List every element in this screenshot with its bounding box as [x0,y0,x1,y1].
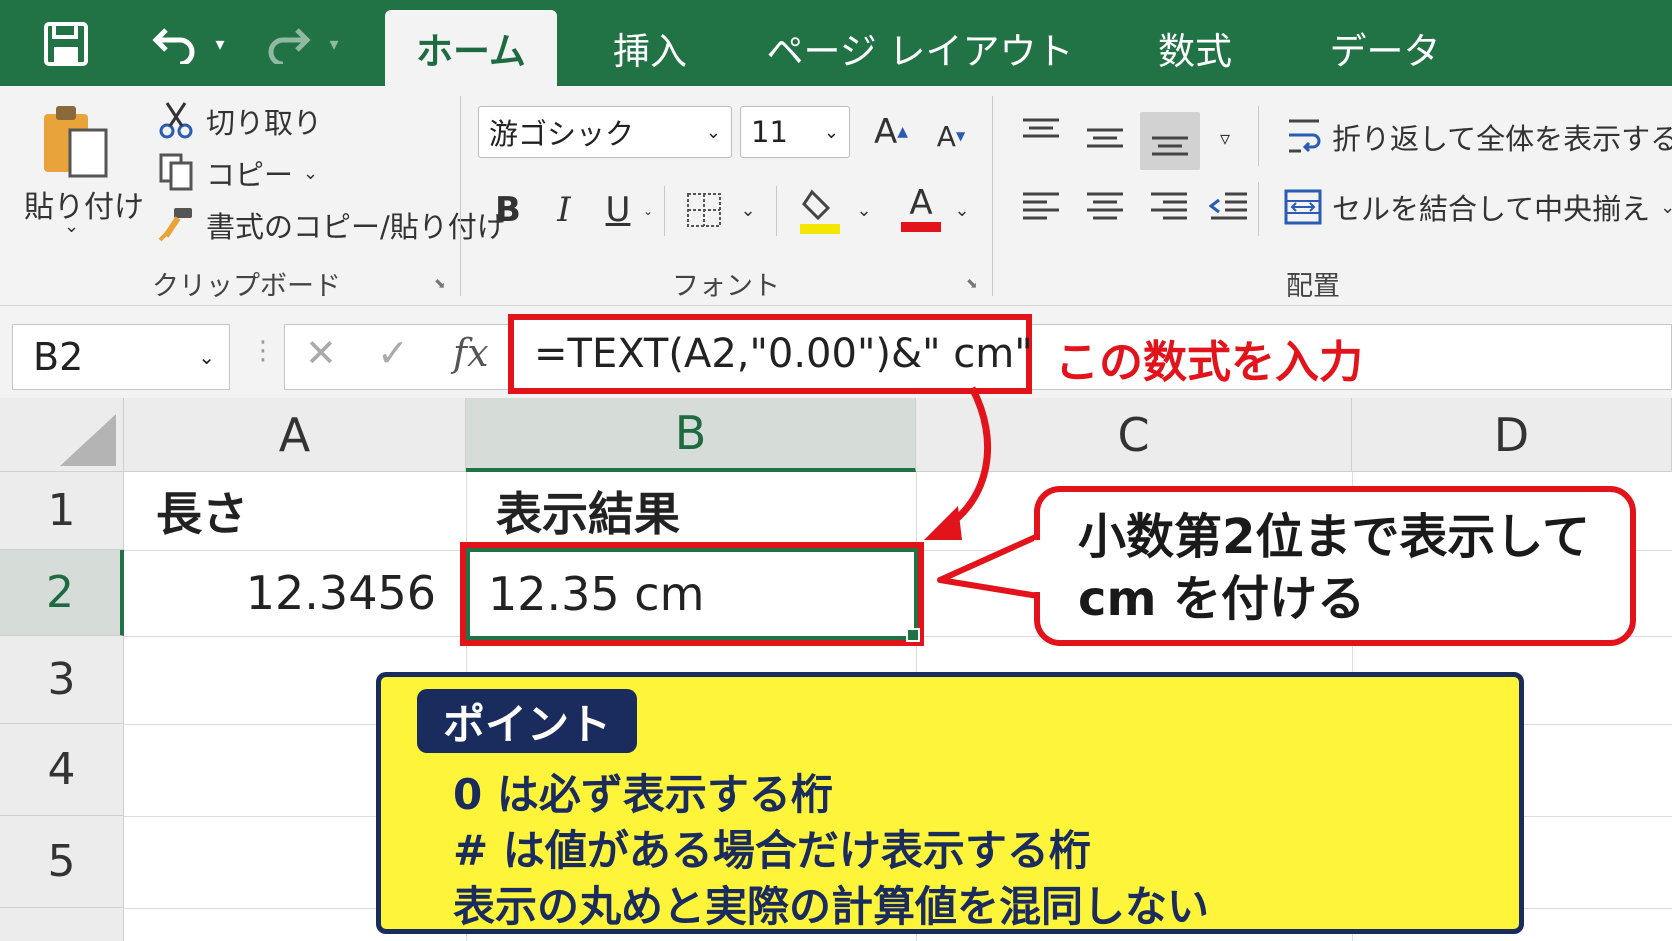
callout-line-1: 小数第2位まで表示して [1078,509,1590,565]
point-box: ポイント 0 は必ず表示する桁 # は値がある場合だけ表示する桁 表示の丸めと実… [376,672,1524,934]
point-line-2: # は値がある場合だけ表示する桁 [453,826,1091,875]
point-title: ポイント [417,689,638,753]
callout-line-2: cm を付ける [1078,571,1366,627]
callout-bubble: 小数第2位まで表示して cm を付ける [1034,486,1636,646]
point-line-1: 0 は必ず表示する桁 [453,770,833,819]
point-line-3: 表示の丸めと実際の計算値を混同しない [453,882,1210,931]
callout-pointer-joint [1034,540,1042,592]
